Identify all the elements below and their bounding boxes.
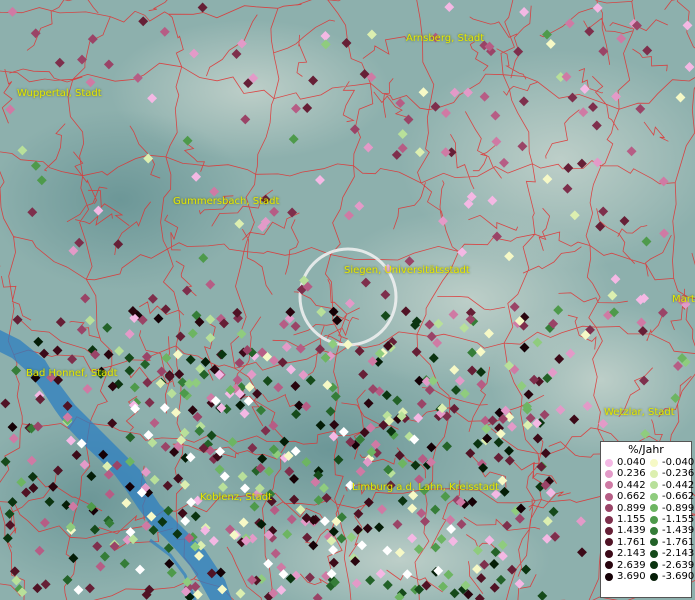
legend-value: 0.899: [617, 502, 646, 514]
legend-value: -2.143: [662, 548, 695, 560]
legend-value: 0.662: [617, 491, 646, 503]
legend-entry-negative: -2.639: [646, 559, 695, 571]
legend-title: %/Jahr: [628, 443, 664, 456]
legend-value: 1.439: [617, 525, 646, 537]
legend-swatch: [650, 572, 658, 581]
legend-row: 0.442 -0.442: [601, 479, 695, 491]
legend-entry-positive: 2.639: [601, 560, 646, 571]
legend-entry-positive: 2.143: [601, 548, 646, 559]
legend-entry-negative: -3.690: [646, 570, 695, 582]
city-label-bad-honnef: Bad Honnef, Stadt: [26, 368, 118, 379]
legend-value: 1.155: [617, 513, 646, 525]
legend-swatch: [605, 492, 613, 501]
legend-value: 0.442: [617, 479, 646, 491]
legend-entry-negative: -0.662: [646, 491, 695, 503]
legend-row: 2.143 -2.143: [601, 548, 695, 560]
legend-entry-negative: -1.155: [646, 513, 695, 525]
legend-swatch: [605, 527, 613, 536]
legend-row: 1.761 -1.761: [601, 536, 695, 548]
legend-swatch: [605, 572, 613, 581]
legend-value: -1.155: [662, 513, 695, 525]
legend-row: 2.639 -2.639: [601, 559, 695, 571]
legend-row: 1.439 -1.439: [601, 525, 695, 537]
legend-value: -0.236: [662, 468, 695, 480]
legend-value: 0.040: [617, 457, 646, 468]
city-label-wuppertal: Wuppertal, Stadt: [17, 88, 102, 99]
legend-swatch: [605, 561, 613, 570]
legend-entry-positive: 0.442: [601, 480, 646, 491]
legend-rows: 0.040 -0.040 0.236 -0.236 0.442 -0.442 0.662 -0…: [601, 457, 695, 582]
legend-entry-negative: -1.439: [646, 525, 695, 537]
map-legend: %/Jahr 0.040 -0.040 0.236 -0.236 0.442 -0.442…: [600, 441, 695, 598]
legend-swatch: [650, 492, 658, 501]
legend-swatch: [605, 470, 613, 479]
legend-value: -3.690: [662, 570, 695, 582]
legend-value: 3.690: [617, 570, 646, 582]
city-label-koblenz: Koblenz, Stadt: [200, 492, 273, 503]
legend-swatch: [650, 561, 658, 570]
legend-swatch: [650, 527, 658, 536]
map-view[interactable]: Arnsberg, Stadt Wuppertal, Stadt Gummers…: [0, 0, 695, 600]
legend-entry-positive: 1.155: [601, 514, 646, 525]
legend-entry-positive: 0.040: [601, 457, 646, 468]
city-label-gummersbach: Gummersbach, Stadt: [173, 196, 280, 207]
legend-swatch: [650, 470, 658, 479]
legend-entry-negative: -2.143: [646, 548, 695, 560]
legend-value: -1.761: [662, 536, 695, 548]
legend-value: -0.040: [662, 457, 695, 468]
legend-entry-positive: 0.662: [601, 491, 646, 502]
legend-entry-positive: 3.690: [601, 571, 646, 582]
legend-swatch: [650, 481, 658, 490]
legend-entry-negative: -0.236: [646, 468, 695, 480]
city-label-wetzlar: Wetzlar, Stadt: [604, 407, 675, 418]
legend-entry-positive: 1.761: [601, 537, 646, 548]
legend-swatch: [605, 504, 613, 513]
city-label-limburg: Limburg a.d. Lahn, Kreisstadt: [352, 482, 500, 493]
legend-entry-positive: 0.236: [601, 468, 646, 479]
legend-swatch: [650, 549, 658, 558]
legend-row: 0.899 -0.899: [601, 502, 695, 514]
legend-row: 0.236 -0.236: [601, 468, 695, 480]
legend-value: 1.761: [617, 536, 646, 548]
city-label-siegen: Siegen, Universitätsstadt: [344, 265, 470, 276]
legend-value: -0.662: [662, 491, 695, 503]
legend-value: -2.639: [662, 559, 695, 571]
legend-swatch: [650, 538, 658, 547]
legend-row: 1.155 -1.155: [601, 513, 695, 525]
legend-entry-negative: -1.761: [646, 536, 695, 548]
legend-entry-positive: 0.899: [601, 503, 646, 514]
legend-swatch: [650, 515, 658, 524]
legend-swatch: [650, 504, 658, 513]
legend-value: -0.899: [662, 502, 695, 514]
legend-entry-negative: -0.899: [646, 502, 695, 514]
legend-swatch: [605, 538, 613, 547]
legend-swatch: [605, 458, 613, 467]
legend-value: -0.442: [662, 479, 695, 491]
legend-entry-negative: -0.442: [646, 479, 695, 491]
legend-value: 2.143: [617, 548, 646, 560]
legend-swatch: [605, 481, 613, 490]
legend-swatch: [650, 458, 658, 467]
legend-value: 2.639: [617, 559, 646, 571]
legend-entry-positive: 1.439: [601, 525, 646, 536]
city-label-arnsberg: Arnsberg, Stadt: [406, 33, 485, 44]
legend-swatch: [605, 549, 613, 558]
legend-row: 0.662 -0.662: [601, 491, 695, 503]
legend-row: 3.690 -3.690: [601, 570, 695, 582]
legend-value: -1.439: [662, 525, 695, 537]
legend-row: 0.040 -0.040: [601, 457, 695, 468]
map-canvas: [0, 0, 695, 600]
legend-swatch: [605, 515, 613, 524]
city-label-mart: Mart: [672, 294, 695, 305]
legend-value: 0.236: [617, 468, 646, 480]
legend-entry-negative: -0.040: [646, 457, 695, 468]
